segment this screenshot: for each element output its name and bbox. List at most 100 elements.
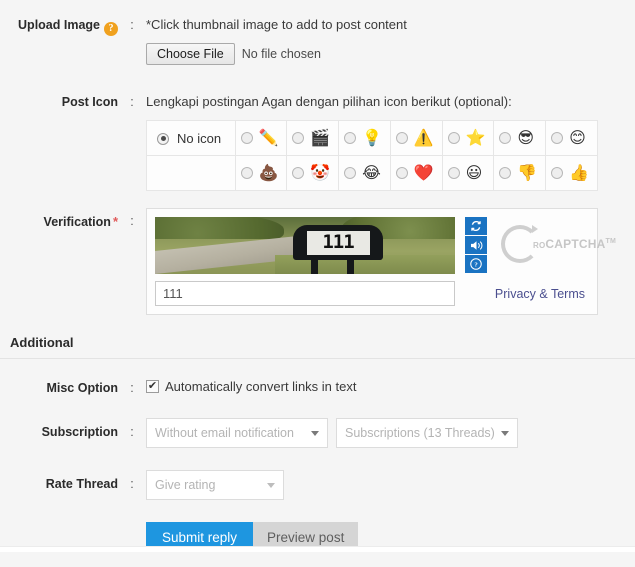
verification-row: Verification * : 111 ? ROCAPTCHATM 111 P…	[0, 191, 635, 315]
upload-image-hint: *Click thumbnail image to add to post co…	[146, 17, 407, 32]
recaptcha-brand-logo: ROCAPTCHATM	[501, 217, 616, 263]
refresh-icon[interactable]	[465, 217, 487, 235]
convert-links-checkbox[interactable]: ✔	[146, 380, 159, 393]
poop-icon[interactable]: 💩	[259, 163, 279, 182]
lightbulb-icon[interactable]: 💡	[362, 128, 382, 147]
subscription-label: Subscription	[41, 425, 118, 439]
post-icon-cell-no-icon[interactable]: No icon	[146, 120, 236, 156]
radio-thumbs-up[interactable]	[551, 167, 564, 180]
rate-thread-label: Rate Thread	[45, 477, 118, 491]
post-icon-cell-star[interactable]: ⭐	[441, 120, 495, 156]
radio-heart[interactable]	[395, 167, 408, 180]
recaptcha-controls: ?	[465, 217, 487, 274]
no-icon-label: No icon	[177, 131, 222, 147]
post-icon-cell-pencil[interactable]: ✏️	[234, 120, 288, 156]
sunglasses-face-icon[interactable]: 😎	[517, 128, 534, 147]
misc-option-field: ✔ Automatically convert links in text	[146, 379, 635, 394]
thumbs-down-icon[interactable]: 👎	[517, 163, 537, 182]
upload-image-row: Upload Image? : *Click thumbnail image t…	[0, 0, 635, 65]
star-icon[interactable]: ⭐	[466, 128, 486, 147]
radio-sunglasses[interactable]	[499, 132, 512, 145]
post-icon-cell-blue-smiley[interactable]: 😃	[441, 155, 495, 191]
radio-clapperboard[interactable]	[292, 132, 305, 145]
subscription-colon: :	[130, 425, 134, 439]
choose-file-button[interactable]: Choose File	[146, 43, 235, 65]
radio-thumbs-down[interactable]	[499, 167, 512, 180]
post-icon-cell-laughing[interactable]: 😂	[338, 155, 391, 191]
radio-clown[interactable]	[292, 167, 305, 180]
verification-label-text: Verification	[43, 215, 111, 229]
rate-thread-field: Give rating	[146, 470, 635, 500]
thumbs-up-icon[interactable]: 👍	[569, 163, 589, 182]
subscriptions-select[interactable]: Subscriptions (13 Threads)	[336, 418, 518, 448]
captcha-text: 111	[322, 231, 354, 254]
upload-image-label-text: Upload Image	[18, 18, 100, 32]
subscription-row: Subscription : Without email notificatio…	[0, 395, 635, 448]
laughing-face-icon[interactable]: 😂	[362, 163, 381, 182]
post-icon-cell-lightbulb[interactable]: 💡	[338, 120, 391, 156]
post-icon-cell-warning[interactable]: ⚠️	[389, 120, 443, 156]
additional-section: Additional	[0, 335, 635, 359]
audio-speaker-icon[interactable]	[465, 236, 487, 254]
post-icon-grid: No icon ✏️ 🎬 💡 ⚠️ ⭐ 😎 😊 💩 🤡 😂 ❤️ 😃 👎 👍	[146, 120, 598, 191]
question-mark-icon[interactable]: ?	[465, 255, 487, 273]
captcha-mailbox-post-left	[311, 259, 319, 274]
upload-image-field: *Click thumbnail image to add to post co…	[146, 16, 635, 65]
clown-face-icon[interactable]: 🤡	[310, 163, 330, 182]
chevron-down-icon	[311, 430, 319, 436]
svg-text:?: ?	[474, 262, 477, 269]
radio-warning[interactable]	[395, 132, 408, 145]
question-mark-help-icon[interactable]: ?	[104, 22, 118, 36]
email-notification-select[interactable]: Without email notification	[146, 418, 328, 448]
pencil-icon[interactable]: ✏️	[259, 128, 279, 147]
post-icon-cell-poop[interactable]: 💩	[234, 155, 288, 191]
additional-section-title: Additional	[10, 335, 74, 350]
no-file-chosen-text: No file chosen	[241, 47, 321, 61]
radio-star[interactable]	[447, 132, 460, 145]
page-bottom-bar	[0, 546, 635, 552]
captcha-answer-input[interactable]	[155, 281, 455, 306]
radio-no-icon[interactable]	[157, 132, 169, 145]
recaptcha-brand-name: CAPTCHA	[545, 237, 606, 251]
radio-pencil[interactable]	[240, 132, 253, 145]
rate-thread-colon: :	[130, 477, 134, 491]
post-icon-cell-smiley[interactable]: 😊	[545, 120, 598, 156]
verification-label: Verification *	[0, 208, 118, 229]
smiley-face-icon[interactable]: 😊	[569, 128, 586, 147]
recaptcha-challenge-area: 111 ? ROCAPTCHATM	[155, 217, 616, 274]
subscription-selects: Without email notification Subscriptions…	[146, 418, 635, 448]
post-icon-cell-clown[interactable]: 🤡	[286, 155, 340, 191]
post-icon-hint: Lengkapi postingan Agan dengan pilihan i…	[146, 94, 512, 109]
actions-colon-spacer	[118, 522, 146, 524]
post-icon-cell-sunglasses[interactable]: 😎	[493, 120, 547, 156]
post-icon-cell-empty	[146, 155, 236, 191]
radio-blue-smiley[interactable]	[447, 167, 460, 180]
post-icon-grid-row-1: No icon ✏️ 🎬 💡 ⚠️ ⭐ 😎 😊	[146, 120, 598, 156]
radio-laughing[interactable]	[344, 167, 357, 180]
rate-thread-select-value: Give rating	[155, 478, 216, 492]
post-icon-cell-thumbs-up[interactable]: 👍	[545, 155, 598, 191]
blue-smiley-icon[interactable]: 😃	[466, 163, 483, 182]
clapperboard-icon[interactable]: 🎬	[310, 128, 330, 147]
post-icon-grid-row-2: 💩 🤡 😂 ❤️ 😃 👎 👍	[146, 155, 598, 191]
file-input-line: Choose File No file chosen	[146, 43, 635, 65]
post-icon-cell-heart[interactable]: ❤️	[389, 155, 443, 191]
privacy-terms-link[interactable]: Privacy & Terms	[495, 287, 589, 301]
radio-lightbulb[interactable]	[344, 132, 357, 145]
radio-smiley[interactable]	[551, 132, 564, 145]
upload-image-label: Upload Image?	[0, 16, 118, 36]
rate-thread-row: Rate Thread : Give rating	[0, 448, 635, 500]
rate-thread-select[interactable]: Give rating	[146, 470, 284, 500]
misc-option-colon: :	[130, 381, 134, 395]
recaptcha-brand-text: ROCAPTCHATM	[533, 237, 616, 251]
verification-colon: :	[130, 214, 134, 228]
heart-icon[interactable]: ❤️	[414, 163, 434, 182]
warning-triangle-icon[interactable]: ⚠️	[414, 128, 434, 147]
radio-poop[interactable]	[240, 167, 253, 180]
post-icon-cell-thumbs-down[interactable]: 👎	[493, 155, 547, 191]
chevron-down-icon	[501, 430, 509, 436]
misc-option-label: Misc Option	[46, 381, 118, 395]
chevron-down-icon	[267, 482, 275, 488]
recaptcha-brand-tm: TM	[605, 238, 616, 245]
post-icon-cell-clapperboard[interactable]: 🎬	[286, 120, 340, 156]
